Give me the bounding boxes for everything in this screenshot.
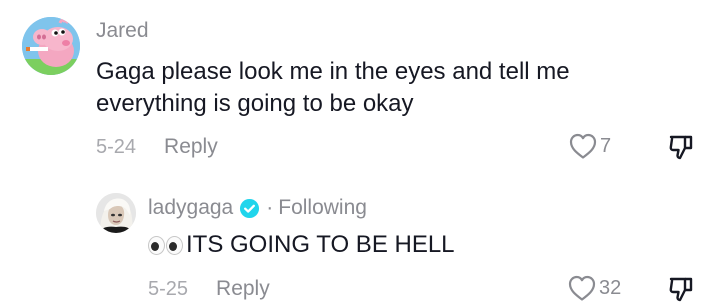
heart-icon	[568, 275, 596, 301]
ladygaga-avatar-icon	[96, 193, 136, 233]
peppa-pig-avatar-icon	[22, 17, 80, 75]
eyes-emoji-icon	[148, 235, 184, 255]
comment-text-row: ITS GOING TO BE HELL	[148, 229, 648, 261]
avatar[interactable]	[22, 17, 80, 75]
like-count: 7	[600, 134, 612, 157]
eye-left-icon	[148, 235, 165, 255]
separator-dot: ·	[266, 196, 274, 219]
comment-username[interactable]: Jared	[96, 19, 149, 43]
comment-meta: 5-25 Reply	[148, 277, 270, 301]
like-button[interactable]: 32	[567, 274, 621, 302]
comment-text: ITS GOING TO BE HELL	[186, 231, 455, 258]
eye-right-icon	[166, 235, 183, 255]
thumbs-down-icon	[669, 277, 693, 302]
like-count: 32	[599, 276, 622, 299]
heart-icon	[569, 133, 597, 159]
dislike-button[interactable]	[667, 275, 695, 308]
comment-date: 5-24	[96, 136, 137, 158]
reply-button[interactable]: Reply	[216, 277, 270, 301]
comment-text: Gaga please look me in the eyes and tell…	[96, 58, 570, 117]
comment-username[interactable]: ladygaga	[148, 196, 233, 220]
avatar[interactable]	[96, 193, 136, 233]
verified-badge-icon	[240, 198, 260, 218]
following-label[interactable]: Following	[278, 196, 367, 220]
username-row: ladygaga · Following	[148, 196, 367, 220]
thumbs-down-icon	[669, 135, 693, 160]
like-button[interactable]: 7	[568, 132, 611, 160]
comment-date: 5-25	[148, 278, 189, 300]
reply-button[interactable]: Reply	[164, 135, 218, 159]
dislike-button[interactable]	[667, 133, 695, 166]
comment-meta: 5-24 Reply	[96, 135, 218, 159]
